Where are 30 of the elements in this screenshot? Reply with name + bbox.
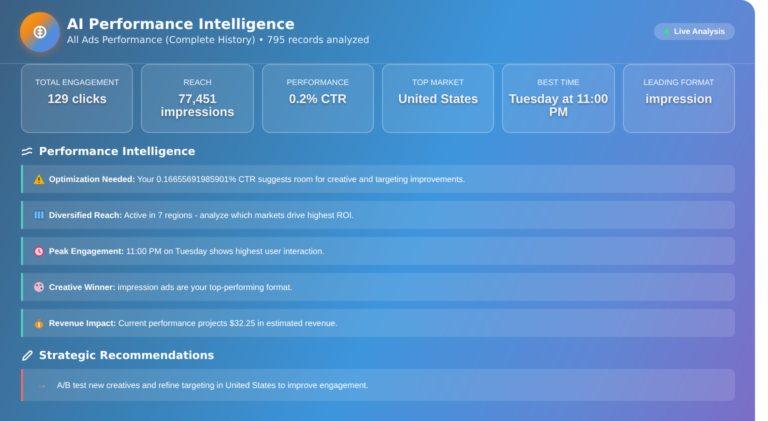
section-title: Performance Intelligence <box>39 145 196 158</box>
stat-value: 0.2% CTR <box>288 93 348 106</box>
app-subtitle: All Ads Performance (Complete History) • 795 records analyzed <box>67 34 370 48</box>
stat-label: BEST TIME <box>536 78 580 88</box>
insight-text: Revenue Impact: Current performance projects $32.25 in estimated revenue. <box>49 318 338 328</box>
insight-text: Creative Winner: impression ads are your top-performing format. <box>49 282 292 292</box>
stat-label: TOTAL ENGAGEMENT <box>34 78 120 88</box>
map-icon <box>33 209 45 221</box>
palette-icon <box>33 281 45 293</box>
stat-label: LEADING FORMAT <box>642 78 716 88</box>
stat-value: 129 clicks <box>46 93 108 106</box>
stat-label: TOP MARKET <box>411 78 466 88</box>
stat-label: REACH <box>182 78 212 88</box>
insight-text: Diversified Reach: Active in 7 regions - analyze which markets drive highest ROI. <box>49 210 354 220</box>
app-title: AI Performance Intelligence <box>67 16 296 34</box>
stat-value: impression <box>644 93 714 106</box>
stat-value: Tuesday at 11:00 PM <box>508 93 610 119</box>
warning-icon <box>33 173 45 185</box>
stat-value: United States <box>397 93 480 106</box>
live-status-badge: Live Analysis <box>654 22 735 40</box>
stat-value: 77,451 impressions <box>160 93 236 119</box>
alarm-clock-icon <box>33 245 45 257</box>
trend-lines-icon <box>21 146 33 158</box>
insight-text: Peak Engagement: 11:00 PM on Tuesday shows highest user interaction. <box>49 246 324 256</box>
section-title: Strategic Recommendations <box>39 349 214 362</box>
stat-label: PERFORMANCE <box>286 78 350 88</box>
insight-text: Optimization Needed: Your 0.16655691985901% CTR suggests room for creative and targeting improvements. <box>49 174 466 184</box>
money-bag-icon <box>33 317 45 329</box>
recommendation-text: A/B test new creatives and refine targeting in United States to improve engagement. <box>57 380 368 390</box>
arrow-marker: → <box>37 380 47 390</box>
